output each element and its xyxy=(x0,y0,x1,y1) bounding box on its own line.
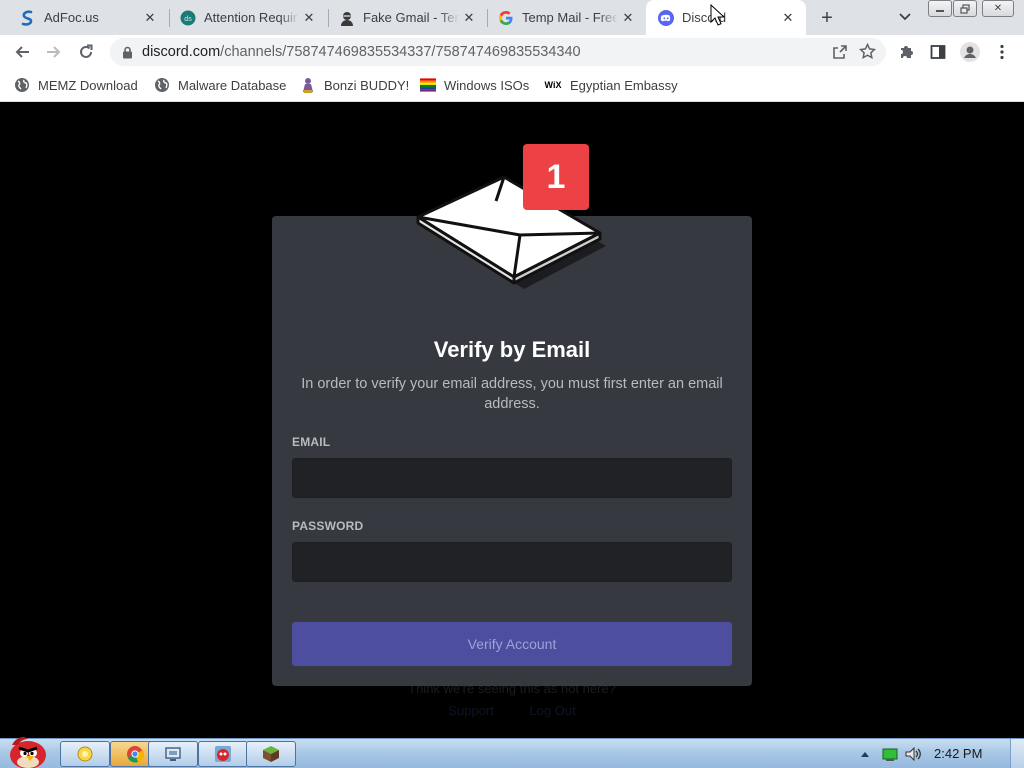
share-icon[interactable] xyxy=(832,44,848,65)
tab-title: Attention Required! | Cloudflare xyxy=(204,10,299,25)
start-button[interactable] xyxy=(2,731,52,768)
browser-toolbar: discord.com/channels/758747469835534337/… xyxy=(0,35,1024,69)
tab-close-icon[interactable]: ✕ xyxy=(299,8,319,28)
discord-icon xyxy=(658,9,674,26)
tab-fake-gmail[interactable]: Fake Gmail - Temp ✕ xyxy=(327,0,487,35)
extensions-puzzle-icon[interactable] xyxy=(892,38,920,66)
lock-icon[interactable] xyxy=(120,45,134,59)
bookmark-label: MEMZ Download xyxy=(38,77,138,93)
taskbar-explorer[interactable] xyxy=(60,741,110,767)
new-tab-button[interactable]: + xyxy=(814,5,840,31)
spy-icon xyxy=(339,10,355,26)
cloudflare-icon: ds xyxy=(180,10,196,26)
svg-text:ds: ds xyxy=(184,16,192,23)
globe-icon xyxy=(14,77,30,93)
tab-adfocus[interactable]: AdFoc.us ✕ xyxy=(8,0,168,35)
menu-kebab-icon[interactable] xyxy=(988,38,1016,66)
tab-title: Temp Mail - Free xyxy=(522,10,618,25)
restore-button[interactable] xyxy=(953,0,977,17)
bookmark-memz[interactable]: MEMZ Download xyxy=(14,75,138,95)
notification-badge: 1 xyxy=(523,144,589,210)
url-text: discord.com/channels/758747469835534337/… xyxy=(142,44,581,60)
bookmark-egyptian-embassy[interactable]: WiX Egyptian Embassy xyxy=(544,75,678,95)
bonzi-icon xyxy=(300,77,316,93)
rainbow-flag-icon xyxy=(420,77,436,93)
address-bar[interactable]: discord.com/channels/758747469835534337/… xyxy=(110,38,886,66)
back-button[interactable] xyxy=(8,38,36,66)
modal-description: In order to verify your email address, y… xyxy=(301,376,723,412)
minimize-button[interactable] xyxy=(928,0,952,17)
verify-account-button[interactable]: Verify Account xyxy=(292,622,732,666)
modal-title: Verify by Email xyxy=(433,337,591,362)
taskbar: 2:42 PM xyxy=(0,737,1024,768)
angry-birds-icon xyxy=(215,746,231,762)
tab-close-icon[interactable]: ✕ xyxy=(459,8,479,28)
tab-close-icon[interactable]: ✕ xyxy=(618,8,638,28)
google-icon xyxy=(498,10,514,26)
globe-icon xyxy=(154,77,170,93)
bookmark-star-icon[interactable] xyxy=(858,42,877,65)
email-label: EMAIL xyxy=(292,435,331,449)
bookmark-label: Malware Database xyxy=(178,77,287,93)
bookmark-malware-database[interactable]: Malware Database xyxy=(154,75,286,95)
bookmark-label: Bonzi BUDDY! xyxy=(324,77,410,93)
forward-button[interactable] xyxy=(40,38,68,66)
tray-show-hidden-icon[interactable] xyxy=(860,739,870,768)
adfocus-icon xyxy=(20,9,36,26)
bookmark-bonzi-buddy[interactable]: Bonzi BUDDY! xyxy=(300,75,409,95)
tab-title: AdFoc.us xyxy=(44,10,99,25)
password-field[interactable] xyxy=(292,542,732,582)
tab-title: Fake Gmail - Temp xyxy=(363,10,459,25)
url-path: /channels/758747469835534337/75874746983… xyxy=(220,44,581,60)
bookmark-windows-isos[interactable]: Windows ISOs xyxy=(420,75,529,95)
minecraft-grass-block-icon xyxy=(263,746,279,762)
network-icon[interactable] xyxy=(882,739,898,768)
taskbar-minecraft[interactable] xyxy=(246,741,296,767)
tab-strip: AdFoc.us ✕ ds Attention Required! | Clou… xyxy=(0,0,1024,35)
taskbar-screen-capture[interactable] xyxy=(148,741,198,767)
tab-cloudflare[interactable]: ds Attention Required! | Cloudflare ✕ xyxy=(168,0,327,35)
tab-discord[interactable]: Discord ✕ xyxy=(646,0,806,35)
tab-title: Discord xyxy=(682,10,727,25)
background-links: Support Log Out xyxy=(0,703,1024,718)
show-desktop-button[interactable] xyxy=(1010,739,1024,768)
email-field[interactable] xyxy=(292,458,732,498)
taskbar-clock[interactable]: 2:42 PM xyxy=(934,746,982,761)
discord-page: Think we're seeing this as not here? Sup… xyxy=(0,103,1024,738)
folder-icon xyxy=(77,746,93,762)
taskbar-angry-birds[interactable] xyxy=(198,741,248,767)
mouse-cursor-icon xyxy=(710,4,726,26)
tab-temp-mail[interactable]: Temp Mail - Free ✕ xyxy=(486,0,646,35)
screen-capture-icon xyxy=(165,747,181,761)
bookmarks-bar: MEMZ Download Malware Database Bonzi BUD… xyxy=(0,69,1024,102)
tab-close-icon[interactable]: ✕ xyxy=(140,8,160,28)
close-window-button[interactable]: ✕ xyxy=(982,0,1014,17)
profile-avatar-icon[interactable] xyxy=(956,38,984,66)
bookmark-label: Egyptian Embassy xyxy=(570,77,678,93)
volume-icon[interactable] xyxy=(905,739,923,768)
angry-bird-icon xyxy=(10,737,46,768)
tab-search-chevron-icon[interactable] xyxy=(894,6,916,28)
wix-icon: WiX xyxy=(544,80,562,90)
bookmark-label: Windows ISOs xyxy=(444,77,530,93)
url-host: discord.com xyxy=(142,44,221,60)
support-link: Support xyxy=(448,703,494,718)
chrome-icon xyxy=(127,746,144,763)
side-panel-icon[interactable] xyxy=(924,38,952,66)
logout-link: Log Out xyxy=(529,703,576,718)
reload-button[interactable] xyxy=(72,38,100,66)
password-label: PASSWORD xyxy=(292,519,364,533)
tab-close-icon[interactable]: ✕ xyxy=(778,8,798,28)
